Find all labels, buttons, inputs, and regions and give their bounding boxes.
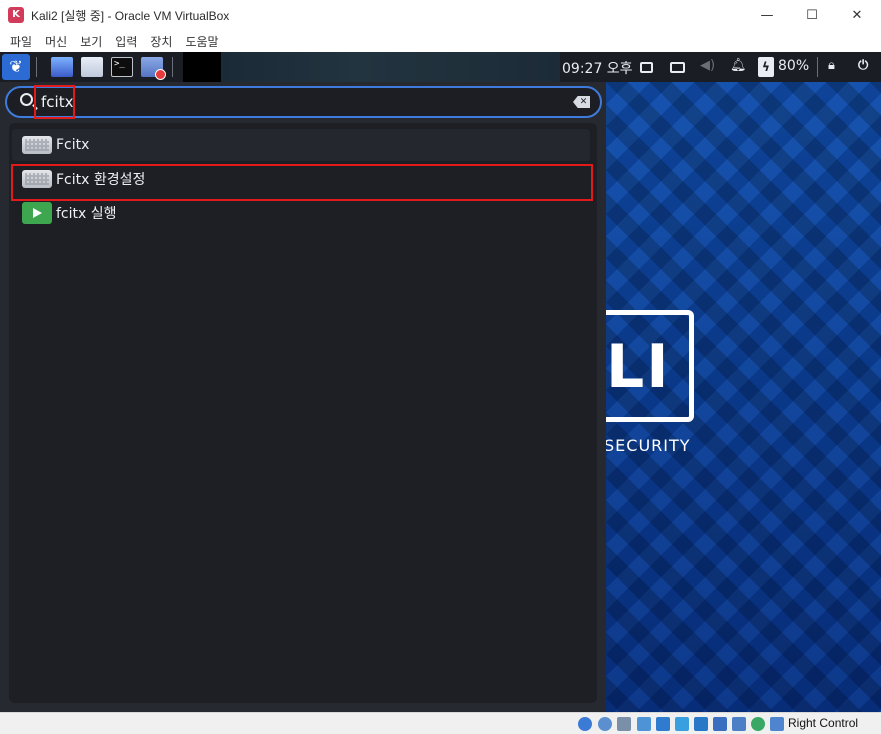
notification-bubble-icon[interactable] <box>640 62 653 73</box>
panel-clock[interactable]: 09:27 오후 <box>562 58 633 78</box>
mouse-integration-icon[interactable] <box>751 717 765 731</box>
menu-file[interactable]: 파일 <box>10 33 32 50</box>
search-input[interactable] <box>41 91 561 113</box>
keyboard-capture-icon[interactable] <box>770 717 784 731</box>
kali-logo-text: SECURITY <box>606 436 691 455</box>
close-button[interactable]: ✕ <box>834 0 880 30</box>
virtualization-icon[interactable] <box>732 717 746 731</box>
result-label: Fcitx <box>56 137 90 153</box>
keyboard-layout-icon[interactable] <box>670 62 685 73</box>
usb-icon[interactable] <box>656 717 670 731</box>
hard-disk-icon[interactable] <box>578 717 592 731</box>
menu-devices[interactable]: 장치 <box>150 33 172 50</box>
panel-separator <box>36 57 37 77</box>
search-bar[interactable]: ✕ <box>5 86 602 118</box>
keyboard-icon <box>22 136 52 154</box>
display-icon[interactable] <box>694 717 708 731</box>
highlight-fcitx-config <box>11 164 593 201</box>
desktop-wallpaper: LI SECURITY <box>606 82 881 712</box>
result-item-fcitx-run[interactable]: fcitx 실행 <box>12 197 590 229</box>
clear-search-icon[interactable]: ✕ <box>573 96 590 108</box>
guest-display[interactable]: LI SECURITY ❦ >_ 09:27 오후 ◀) 🔔︎ ϟ 80% 🔒︎… <box>0 52 881 712</box>
host-key-label: Right Control <box>788 716 859 730</box>
top-panel: ❦ >_ 09:27 오후 ◀) 🔔︎ ϟ 80% 🔒︎ ⏻ <box>0 52 881 82</box>
play-icon <box>22 202 52 224</box>
kali-logo-letters: LI <box>606 332 671 402</box>
menu-view[interactable]: 보기 <box>80 33 102 50</box>
logout-icon[interactable]: ⏻ <box>858 58 868 73</box>
menu-help[interactable]: 도움말 <box>185 33 218 50</box>
file-manager-icon[interactable] <box>81 57 103 77</box>
audio-icon[interactable] <box>617 717 631 731</box>
battery-charging-icon[interactable]: ϟ <box>758 57 774 77</box>
taskbar-window-button[interactable] <box>183 52 221 82</box>
minimize-button[interactable]: — <box>744 0 790 30</box>
kali-dragon-icon[interactable]: ❦ <box>2 54 30 80</box>
maximize-button[interactable]: ☐ <box>789 0 835 30</box>
notification-bell-icon[interactable]: 🔔︎ <box>730 58 747 73</box>
optical-drive-icon[interactable] <box>598 717 612 731</box>
network-icon[interactable] <box>637 717 651 731</box>
vbox-statusbar: Right Control <box>0 712 881 734</box>
terminal-icon[interactable]: >_ <box>111 57 133 77</box>
panel-separator <box>172 57 173 77</box>
result-item-fcitx[interactable]: Fcitx <box>12 129 590 161</box>
menu-input[interactable]: 입력 <box>115 33 137 50</box>
battery-percent[interactable]: 80% <box>778 58 809 74</box>
menu-machine[interactable]: 머신 <box>45 33 67 50</box>
recording-icon[interactable] <box>713 717 727 731</box>
panel-separator <box>817 57 818 77</box>
show-desktop-icon[interactable] <box>51 57 73 77</box>
highlight-search-text <box>34 85 75 119</box>
window-title: Kali2 [실행 중] - Oracle VM VirtualBox <box>31 9 230 23</box>
result-label: fcitx 실행 <box>56 206 117 222</box>
virtualbox-app-icon: K <box>8 7 24 23</box>
window-titlebar: K Kali2 [실행 중] - Oracle VM VirtualBox — … <box>0 0 881 30</box>
vbox-menubar: 파일 머신 보기 입력 장치 도움말 <box>0 30 881 52</box>
volume-muted-icon[interactable]: ◀) <box>700 58 715 73</box>
shared-folders-icon[interactable] <box>675 717 689 731</box>
screen-recorder-icon[interactable] <box>141 57 166 80</box>
search-icon <box>20 93 33 106</box>
lock-screen-icon[interactable]: 🔒︎ <box>828 58 835 73</box>
search-results: Fcitx Fcitx 환경설정 fcitx 실행 <box>9 123 597 703</box>
